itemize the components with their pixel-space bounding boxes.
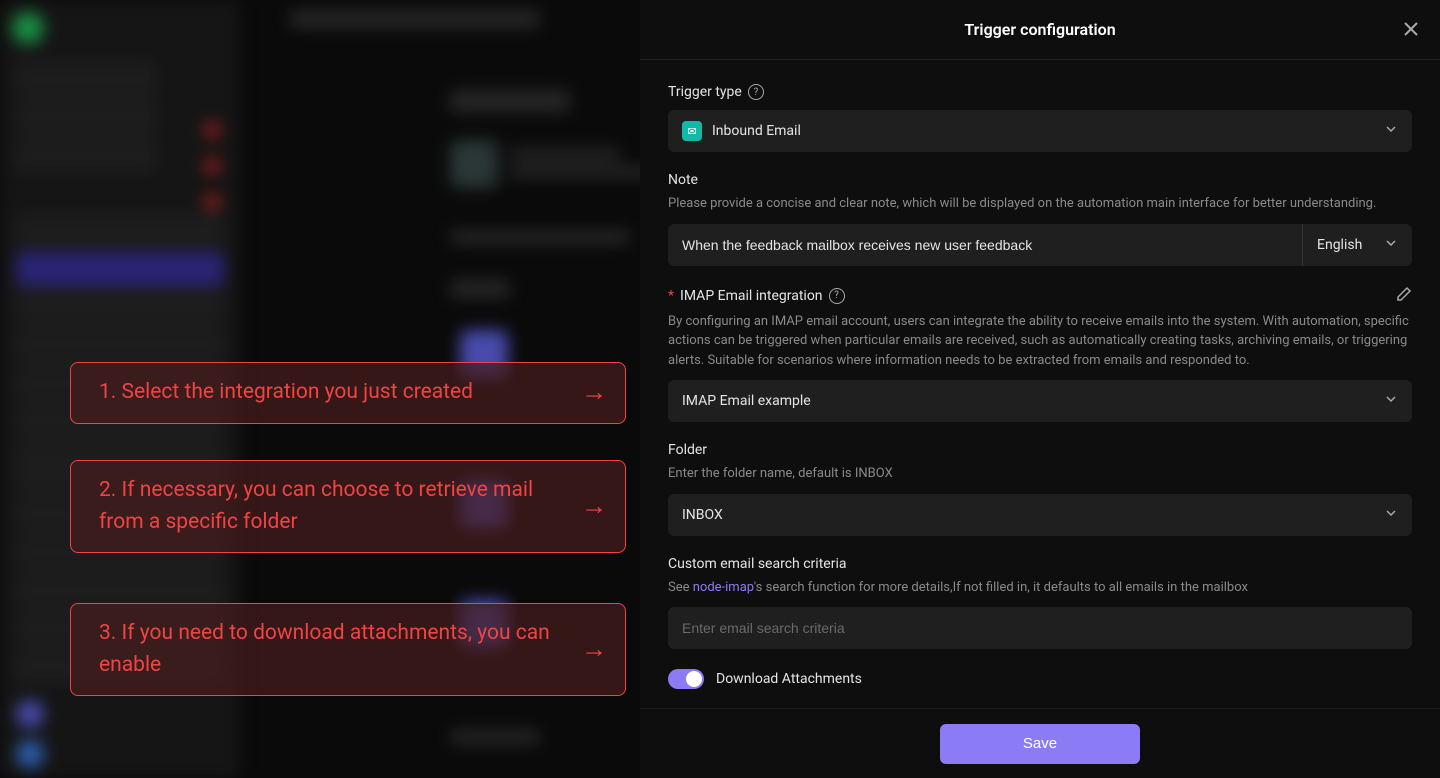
arrow-right-icon: → [581, 630, 607, 669]
arrow-right-icon: → [581, 373, 607, 412]
chevron-down-icon [1384, 392, 1398, 410]
field-folder: Folder Enter the folder name, default is… [668, 442, 1412, 536]
edit-icon[interactable] [1396, 286, 1412, 306]
trigger-config-panel: Trigger configuration Trigger type ? ✉ I… [640, 0, 1440, 778]
inbound-email-icon: ✉ [682, 121, 702, 141]
panel-title: Trigger configuration [964, 20, 1115, 39]
chevron-down-icon [1384, 122, 1398, 140]
panel-header: Trigger configuration [640, 0, 1440, 60]
note-language-value: English [1317, 237, 1362, 253]
panel-body: Trigger type ? ✉ Inbound Email Note Plea… [640, 60, 1440, 708]
required-indicator: * [668, 288, 674, 304]
folder-help: Enter the folder name, default is INBOX [668, 464, 1412, 484]
imap-integration-select[interactable]: IMAP Email example [668, 380, 1412, 422]
trigger-type-label: Trigger type [668, 84, 742, 100]
trigger-type-value: Inbound Email [712, 123, 801, 139]
toggle-knob [686, 671, 702, 687]
callout-1-text: 1. Select the integration you just creat… [99, 380, 473, 404]
imap-help: By configuring an IMAP email account, us… [668, 312, 1412, 371]
callout-1: 1. Select the integration you just creat… [70, 362, 626, 424]
download-attachments-label: Download Attachments [716, 671, 862, 687]
folder-label: Folder [668, 442, 707, 458]
download-attachments-toggle[interactable] [668, 669, 704, 689]
chevron-down-icon [1384, 236, 1398, 254]
field-search-criteria: Custom email search criteria See node-im… [668, 556, 1412, 650]
note-language-select[interactable]: English [1302, 224, 1412, 266]
note-input[interactable] [668, 224, 1302, 266]
arrow-right-icon: → [581, 487, 607, 526]
close-icon[interactable] [1402, 20, 1420, 42]
folder-value: INBOX [682, 507, 723, 523]
search-label: Custom email search criteria [668, 556, 846, 572]
callout-2: 2. If necessary, you can choose to retri… [70, 460, 626, 553]
field-trigger-type: Trigger type ? ✉ Inbound Email [668, 84, 1412, 152]
callout-2-text: 2. If necessary, you can choose to retri… [99, 478, 533, 534]
callout-3: 3. If you need to download attachments, … [70, 603, 626, 696]
help-icon[interactable]: ? [829, 288, 845, 304]
folder-select[interactable]: INBOX [668, 494, 1412, 536]
field-note: Note Please provide a concise and clear … [668, 172, 1412, 266]
save-button[interactable]: Save [940, 724, 1140, 764]
imap-label: IMAP Email integration [680, 288, 823, 304]
field-imap-integration: * IMAP Email integration ? By configurin… [668, 286, 1412, 423]
panel-footer: Save [640, 708, 1440, 778]
chevron-down-icon [1384, 506, 1398, 524]
help-icon[interactable]: ? [748, 84, 764, 100]
note-label: Note [668, 172, 698, 188]
callout-3-text: 3. If you need to download attachments, … [99, 621, 550, 677]
node-imap-link[interactable]: node-imap [693, 580, 754, 595]
search-help: See node-imap's search function for more… [668, 578, 1412, 598]
field-download-attachments: Download Attachments [668, 669, 1412, 689]
imap-value: IMAP Email example [682, 393, 811, 409]
note-help: Please provide a concise and clear note,… [668, 194, 1412, 214]
search-criteria-input[interactable] [668, 607, 1412, 649]
trigger-type-select[interactable]: ✉ Inbound Email [668, 110, 1412, 152]
